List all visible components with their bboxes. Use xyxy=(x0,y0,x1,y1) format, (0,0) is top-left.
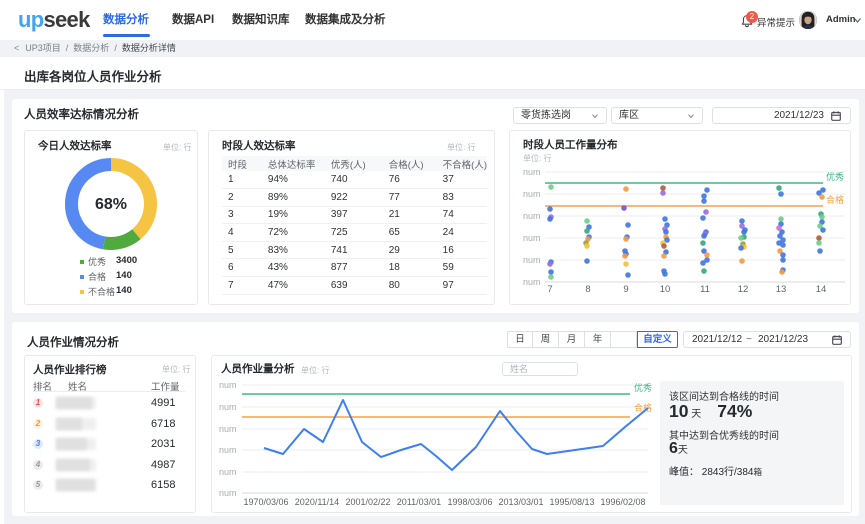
svg-text:num: num xyxy=(219,445,237,455)
svg-text:num: num xyxy=(219,488,237,498)
svg-text:合格: 合格 xyxy=(826,194,844,205)
svg-text:num: num xyxy=(523,167,541,177)
svg-text:1996/02/08: 1996/02/08 xyxy=(600,497,645,507)
svg-text:优秀: 优秀 xyxy=(634,382,652,393)
svg-text:2011/03/01: 2011/03/01 xyxy=(397,497,441,507)
svg-text:num: num xyxy=(523,211,541,221)
svg-text:2013/03/01: 2013/03/01 xyxy=(498,497,543,507)
svg-text:2020/11/14: 2020/11/14 xyxy=(295,497,339,507)
svg-text:12: 12 xyxy=(738,284,749,295)
svg-text:10: 10 xyxy=(660,284,671,295)
svg-text:num: num xyxy=(219,402,237,412)
svg-text:num: num xyxy=(523,277,541,287)
svg-text:1998/03/06: 1998/03/06 xyxy=(447,497,492,507)
svg-text:num: num xyxy=(219,467,237,477)
svg-text:num: num xyxy=(219,380,237,390)
svg-text:14: 14 xyxy=(816,284,827,295)
svg-text:11: 11 xyxy=(700,284,710,295)
svg-text:num: num xyxy=(219,424,237,434)
svg-text:13: 13 xyxy=(776,284,787,295)
svg-text:num: num xyxy=(523,233,541,243)
svg-text:num: num xyxy=(523,189,541,199)
svg-text:优秀: 优秀 xyxy=(826,171,844,182)
svg-text:7: 7 xyxy=(547,284,552,295)
svg-text:8: 8 xyxy=(585,284,590,295)
svg-text:1995/08/13: 1995/08/13 xyxy=(549,497,594,507)
svg-text:num: num xyxy=(523,255,541,265)
svg-text:1970/03/06: 1970/03/06 xyxy=(243,497,288,507)
svg-text:9: 9 xyxy=(623,284,628,295)
svg-text:2001/02/22: 2001/02/22 xyxy=(345,497,390,507)
